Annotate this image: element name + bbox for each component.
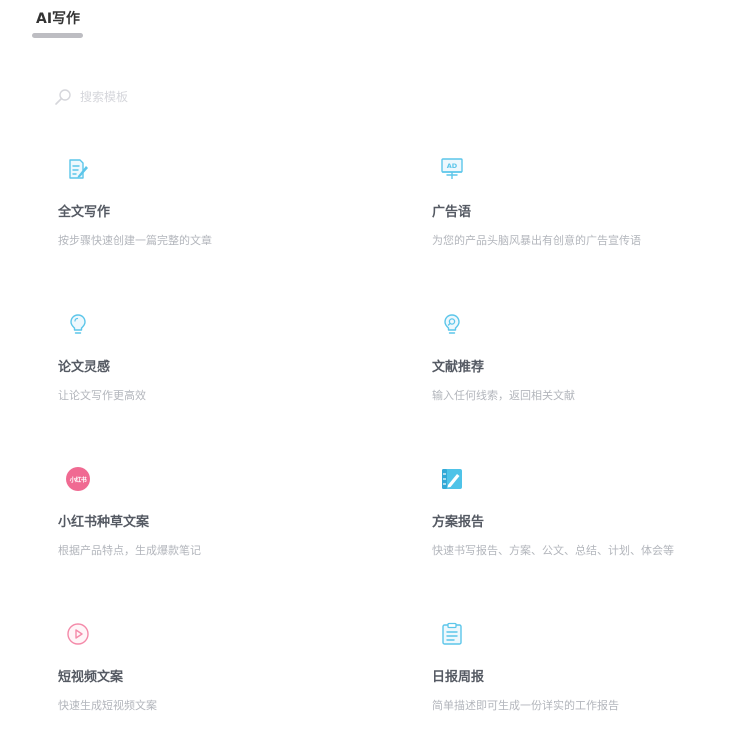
document-edit-icon: [66, 157, 90, 181]
template-card-xiaohongshu-copy[interactable]: 小红书 小红书种草文案 根据产品特点，生成爆款笔记: [58, 467, 388, 587]
clipboard-report-icon: [440, 622, 464, 646]
search-input[interactable]: [80, 90, 300, 104]
template-title: 小红书种草文案: [58, 515, 150, 530]
template-card-proposal-report[interactable]: 方案报告 快速书写报告、方案、公文、总结、计划、体会等: [432, 467, 751, 587]
lightbulb-icon: [66, 312, 90, 336]
template-title: 文献推荐: [432, 360, 485, 375]
notebook-pen-icon: [440, 467, 464, 491]
template-title: 方案报告: [432, 515, 485, 530]
template-title: 论文灵感: [58, 360, 111, 375]
svg-text:AD: AD: [447, 162, 458, 170]
ad-billboard-icon: AD: [440, 157, 464, 181]
template-description: 简单描述即可生成一份详实的工作报告: [432, 699, 619, 712]
search-icon: [54, 88, 72, 106]
template-title: 全文写作: [58, 205, 111, 220]
template-card-paper-inspiration[interactable]: 论文灵感 让论文写作更高效: [58, 312, 388, 432]
template-title: 广告语: [432, 205, 472, 220]
template-card-daily-weekly-report[interactable]: 日报周报 简单描述即可生成一份详实的工作报告: [432, 622, 751, 742]
template-description: 让论文写作更高效: [58, 389, 146, 402]
search-bar[interactable]: [54, 86, 314, 108]
template-card-literature-recommendation[interactable]: 文献推荐 输入任何线索，返回相关文献: [432, 312, 751, 432]
template-description: 为您的产品头脑风暴出有创意的广告宣传语: [432, 234, 641, 247]
template-card-advertising-slogan[interactable]: AD 广告语 为您的产品头脑风暴出有创意的广告宣传语: [432, 157, 751, 277]
template-card-short-video-copy[interactable]: 短视频文案 快速生成短视频文案: [58, 622, 388, 742]
play-circle-icon: [66, 622, 90, 646]
template-title: 日报周报: [432, 670, 485, 685]
template-title: 短视频文案: [58, 670, 124, 685]
active-tab-indicator: [32, 33, 83, 38]
template-description: 快速书写报告、方案、公文、总结、计划、体会等: [432, 544, 674, 557]
template-card-full-text-writing[interactable]: 全文写作 按步骤快速创建一篇完整的文章: [58, 157, 388, 277]
template-description: 根据产品特点，生成爆款笔记: [58, 544, 201, 557]
search-bulb-icon: [440, 312, 464, 336]
xiaohongshu-logo-icon: 小红书: [66, 467, 90, 491]
template-description: 快速生成短视频文案: [58, 699, 157, 712]
template-description: 输入任何线索，返回相关文献: [432, 389, 575, 402]
tab-ai-writing[interactable]: AI写作: [36, 8, 80, 28]
template-description: 按步骤快速创建一篇完整的文章: [58, 234, 212, 247]
